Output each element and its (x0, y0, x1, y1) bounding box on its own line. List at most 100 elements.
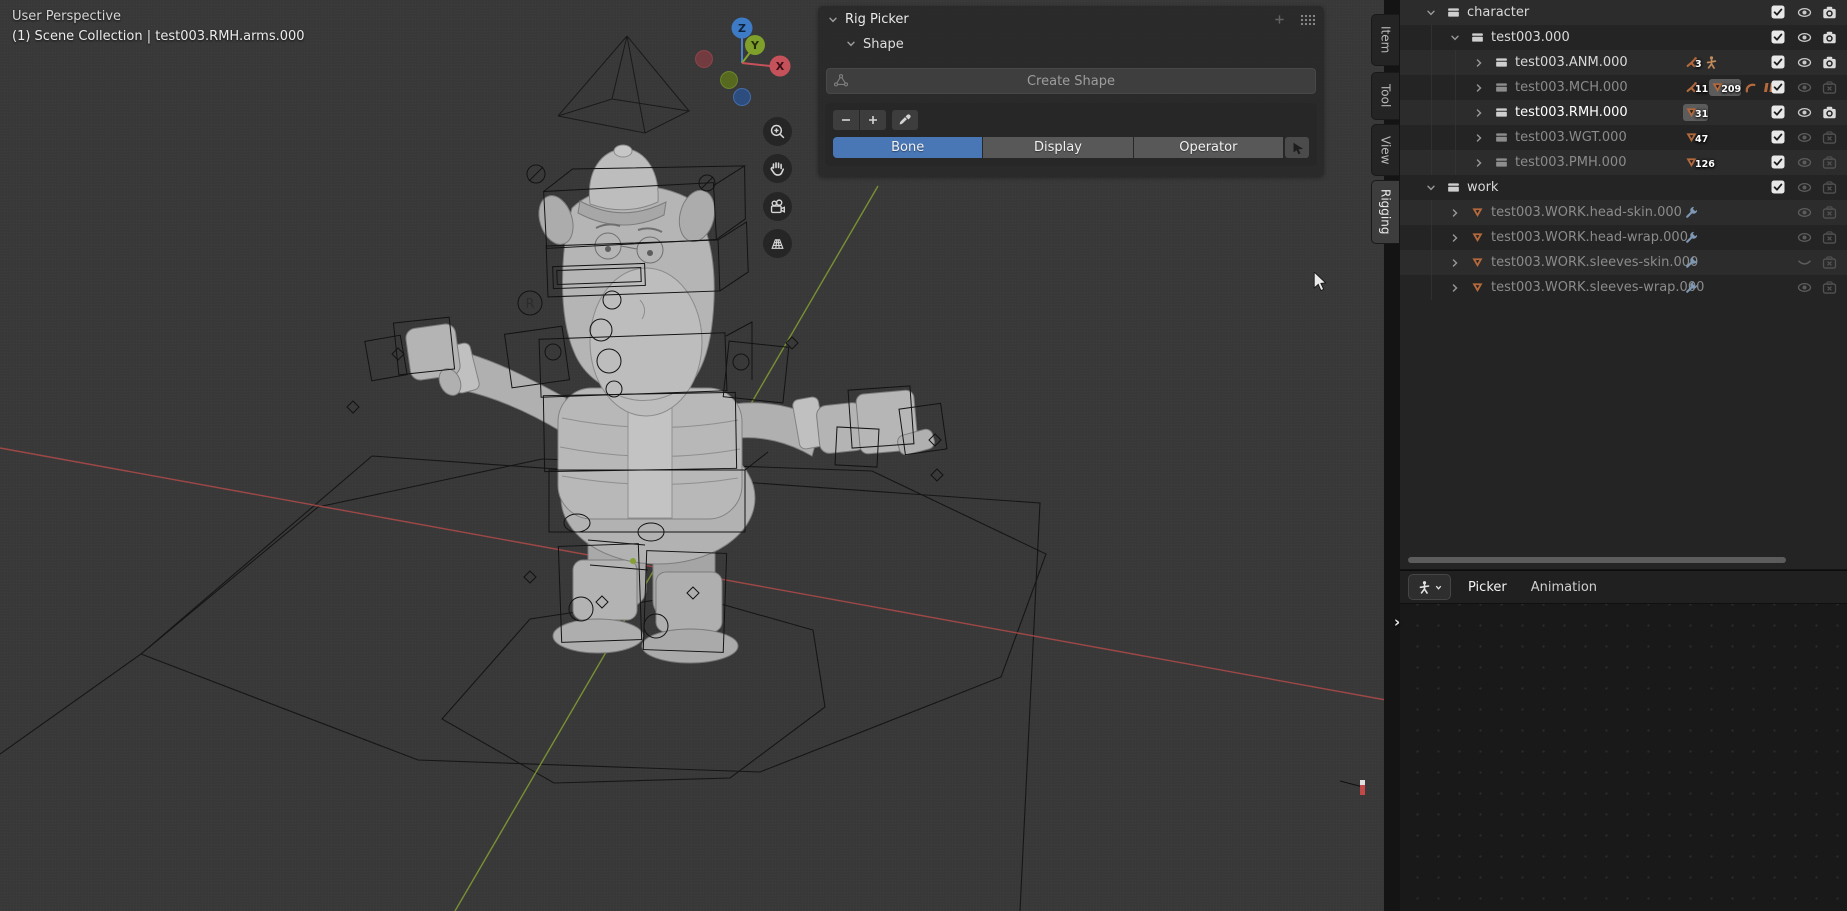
exclude-checkbox[interactable] (1771, 30, 1786, 45)
eye-icon[interactable] (1797, 30, 1812, 45)
eye-icon[interactable] (1797, 55, 1812, 70)
row-data-icons (1683, 225, 1701, 250)
outliner-row[interactable]: test003.000 (1400, 25, 1847, 50)
count-badge: 3 (1695, 59, 1702, 70)
render-enabled-icon[interactable] (1822, 30, 1837, 45)
panel-title: Rig Picker (845, 12, 909, 27)
tab-animation[interactable]: Animation (1524, 580, 1604, 595)
render-enabled-icon[interactable] (1822, 105, 1837, 120)
outliner-horizontal-scrollbar[interactable] (1408, 557, 1786, 563)
render-disabled-icon[interactable] (1822, 280, 1837, 295)
eye-icon[interactable] (1797, 205, 1812, 220)
view-axis-marker (1340, 780, 1365, 795)
outliner-row[interactable]: test003.RMH.00031 (1400, 100, 1847, 125)
mode-menu-button[interactable] (1285, 137, 1309, 158)
outliner-row[interactable]: test003.WORK.head-skin.000 (1400, 200, 1847, 225)
render-disabled-icon[interactable] (1822, 155, 1837, 170)
outliner-panel: charactertest003.000test003.ANM.0003test… (1400, 0, 1847, 569)
exclude-checkbox[interactable] (1771, 105, 1786, 120)
tab-tool[interactable]: Tool (1371, 72, 1399, 120)
subpanel-title: Shape (863, 37, 904, 52)
chevron-right-icon[interactable] (1448, 207, 1462, 219)
viewport-3d[interactable]: R User Perspective (1) Scene Collection … (0, 0, 1386, 911)
navigation-gizmo[interactable]: Z Y X (694, 11, 794, 111)
tab-bone[interactable]: Bone (833, 137, 982, 158)
badge (1742, 79, 1759, 96)
eye-icon[interactable] (1797, 105, 1812, 120)
render-disabled-icon[interactable] (1822, 80, 1837, 95)
outliner-row[interactable]: test003.PMH.000126 (1400, 150, 1847, 175)
eye-icon[interactable] (1797, 180, 1812, 195)
editor-type-button[interactable] (1408, 574, 1451, 600)
outliner-row[interactable]: test003.WORK.sleeves-wrap.000 (1400, 275, 1847, 300)
add-button[interactable] (860, 110, 886, 130)
chevron-down-icon[interactable] (1424, 7, 1438, 19)
outliner-row[interactable]: test003.WORK.sleeves-skin.000 (1400, 250, 1847, 275)
render-enabled-icon[interactable] (1822, 5, 1837, 20)
eyedropper-button[interactable] (892, 110, 918, 130)
create-shape-button[interactable]: Create Shape (826, 68, 1316, 94)
chevron-right-icon[interactable] (1472, 82, 1486, 94)
render-disabled-icon[interactable] (1822, 205, 1837, 220)
chevron-right-icon[interactable] (1472, 157, 1486, 169)
exclude-checkbox[interactable] (1771, 5, 1786, 20)
chevron-down-icon[interactable] (1448, 32, 1462, 44)
eye-icon[interactable] (1797, 230, 1812, 245)
tab-display[interactable]: Display (983, 137, 1132, 158)
tree-guide-line (1431, 250, 1432, 275)
exclude-checkbox[interactable] (1771, 180, 1786, 195)
camera-view-button[interactable] (763, 192, 792, 221)
exclude-checkbox[interactable] (1771, 130, 1786, 145)
rig-picker-header[interactable]: Rig Picker (818, 6, 1324, 33)
tab-rigging[interactable]: Rigging (1371, 180, 1399, 244)
chevron-right-icon[interactable] (1448, 282, 1462, 294)
chevron-right-icon[interactable] (1472, 57, 1486, 69)
outliner-row[interactable]: character (1400, 0, 1847, 25)
outliner-row[interactable]: test003.MCH.00011209 (1400, 75, 1847, 100)
chevron-right-icon[interactable] (1472, 107, 1486, 119)
expand-region-arrow[interactable]: › (1394, 613, 1400, 631)
tab-operator[interactable]: Operator (1134, 137, 1283, 158)
outliner-row[interactable]: work (1400, 175, 1847, 200)
outliner-row[interactable]: test003.WORK.head-wrap.000 (1400, 225, 1847, 250)
tab-item[interactable]: Item (1371, 14, 1399, 66)
render-disabled-icon[interactable] (1822, 255, 1837, 270)
render-disabled-icon[interactable] (1822, 230, 1837, 245)
remove-button[interactable] (833, 110, 859, 130)
chevron-right-icon[interactable] (1448, 257, 1462, 269)
exclude-checkbox[interactable] (1771, 155, 1786, 170)
render-enabled-icon[interactable] (1822, 55, 1837, 70)
collection-icon (1492, 130, 1510, 146)
tab-picker[interactable]: Picker (1461, 580, 1514, 595)
zoom-button[interactable] (763, 117, 792, 146)
render-disabled-icon[interactable] (1822, 180, 1837, 195)
eye-icon[interactable] (1797, 280, 1812, 295)
exclude-checkbox[interactable] (1771, 55, 1786, 70)
count-badge: 11 (1695, 84, 1708, 95)
outliner-row[interactable]: test003.ANM.0003 (1400, 50, 1847, 75)
chevron-down-icon[interactable] (1424, 182, 1438, 194)
row-data-icons: 3 (1683, 50, 1721, 75)
eye-icon[interactable] (1797, 80, 1812, 95)
eye-icon[interactable] (1797, 155, 1812, 170)
drag-handle-icon[interactable] (1300, 14, 1315, 25)
tab-view[interactable]: View (1371, 124, 1399, 176)
chevron-right-icon[interactable] (1448, 232, 1462, 244)
render-disabled-icon[interactable] (1822, 130, 1837, 145)
exclude-checkbox[interactable] (1771, 80, 1786, 95)
eye-icon[interactable] (1797, 130, 1812, 145)
chevron-right-icon[interactable] (1472, 132, 1486, 144)
badge (1683, 254, 1700, 271)
outliner-item-label: test003.WORK.sleeves-skin.000 (1491, 255, 1698, 270)
eye-icon[interactable] (1797, 5, 1812, 20)
pan-button[interactable] (763, 154, 792, 183)
badge: 209 (1709, 79, 1741, 96)
shape-subpanel-header[interactable]: Shape (818, 33, 1324, 55)
outliner-row[interactable]: test003.WGT.00047 (1400, 125, 1847, 150)
eye-closed-icon[interactable] (1797, 255, 1812, 270)
gizmo-neg-x (696, 51, 713, 68)
picker-canvas[interactable] (1400, 604, 1847, 911)
chevron-down-icon (845, 38, 857, 50)
add-panel-icon[interactable] (1273, 13, 1286, 26)
perspective-toggle-button[interactable] (763, 229, 792, 258)
